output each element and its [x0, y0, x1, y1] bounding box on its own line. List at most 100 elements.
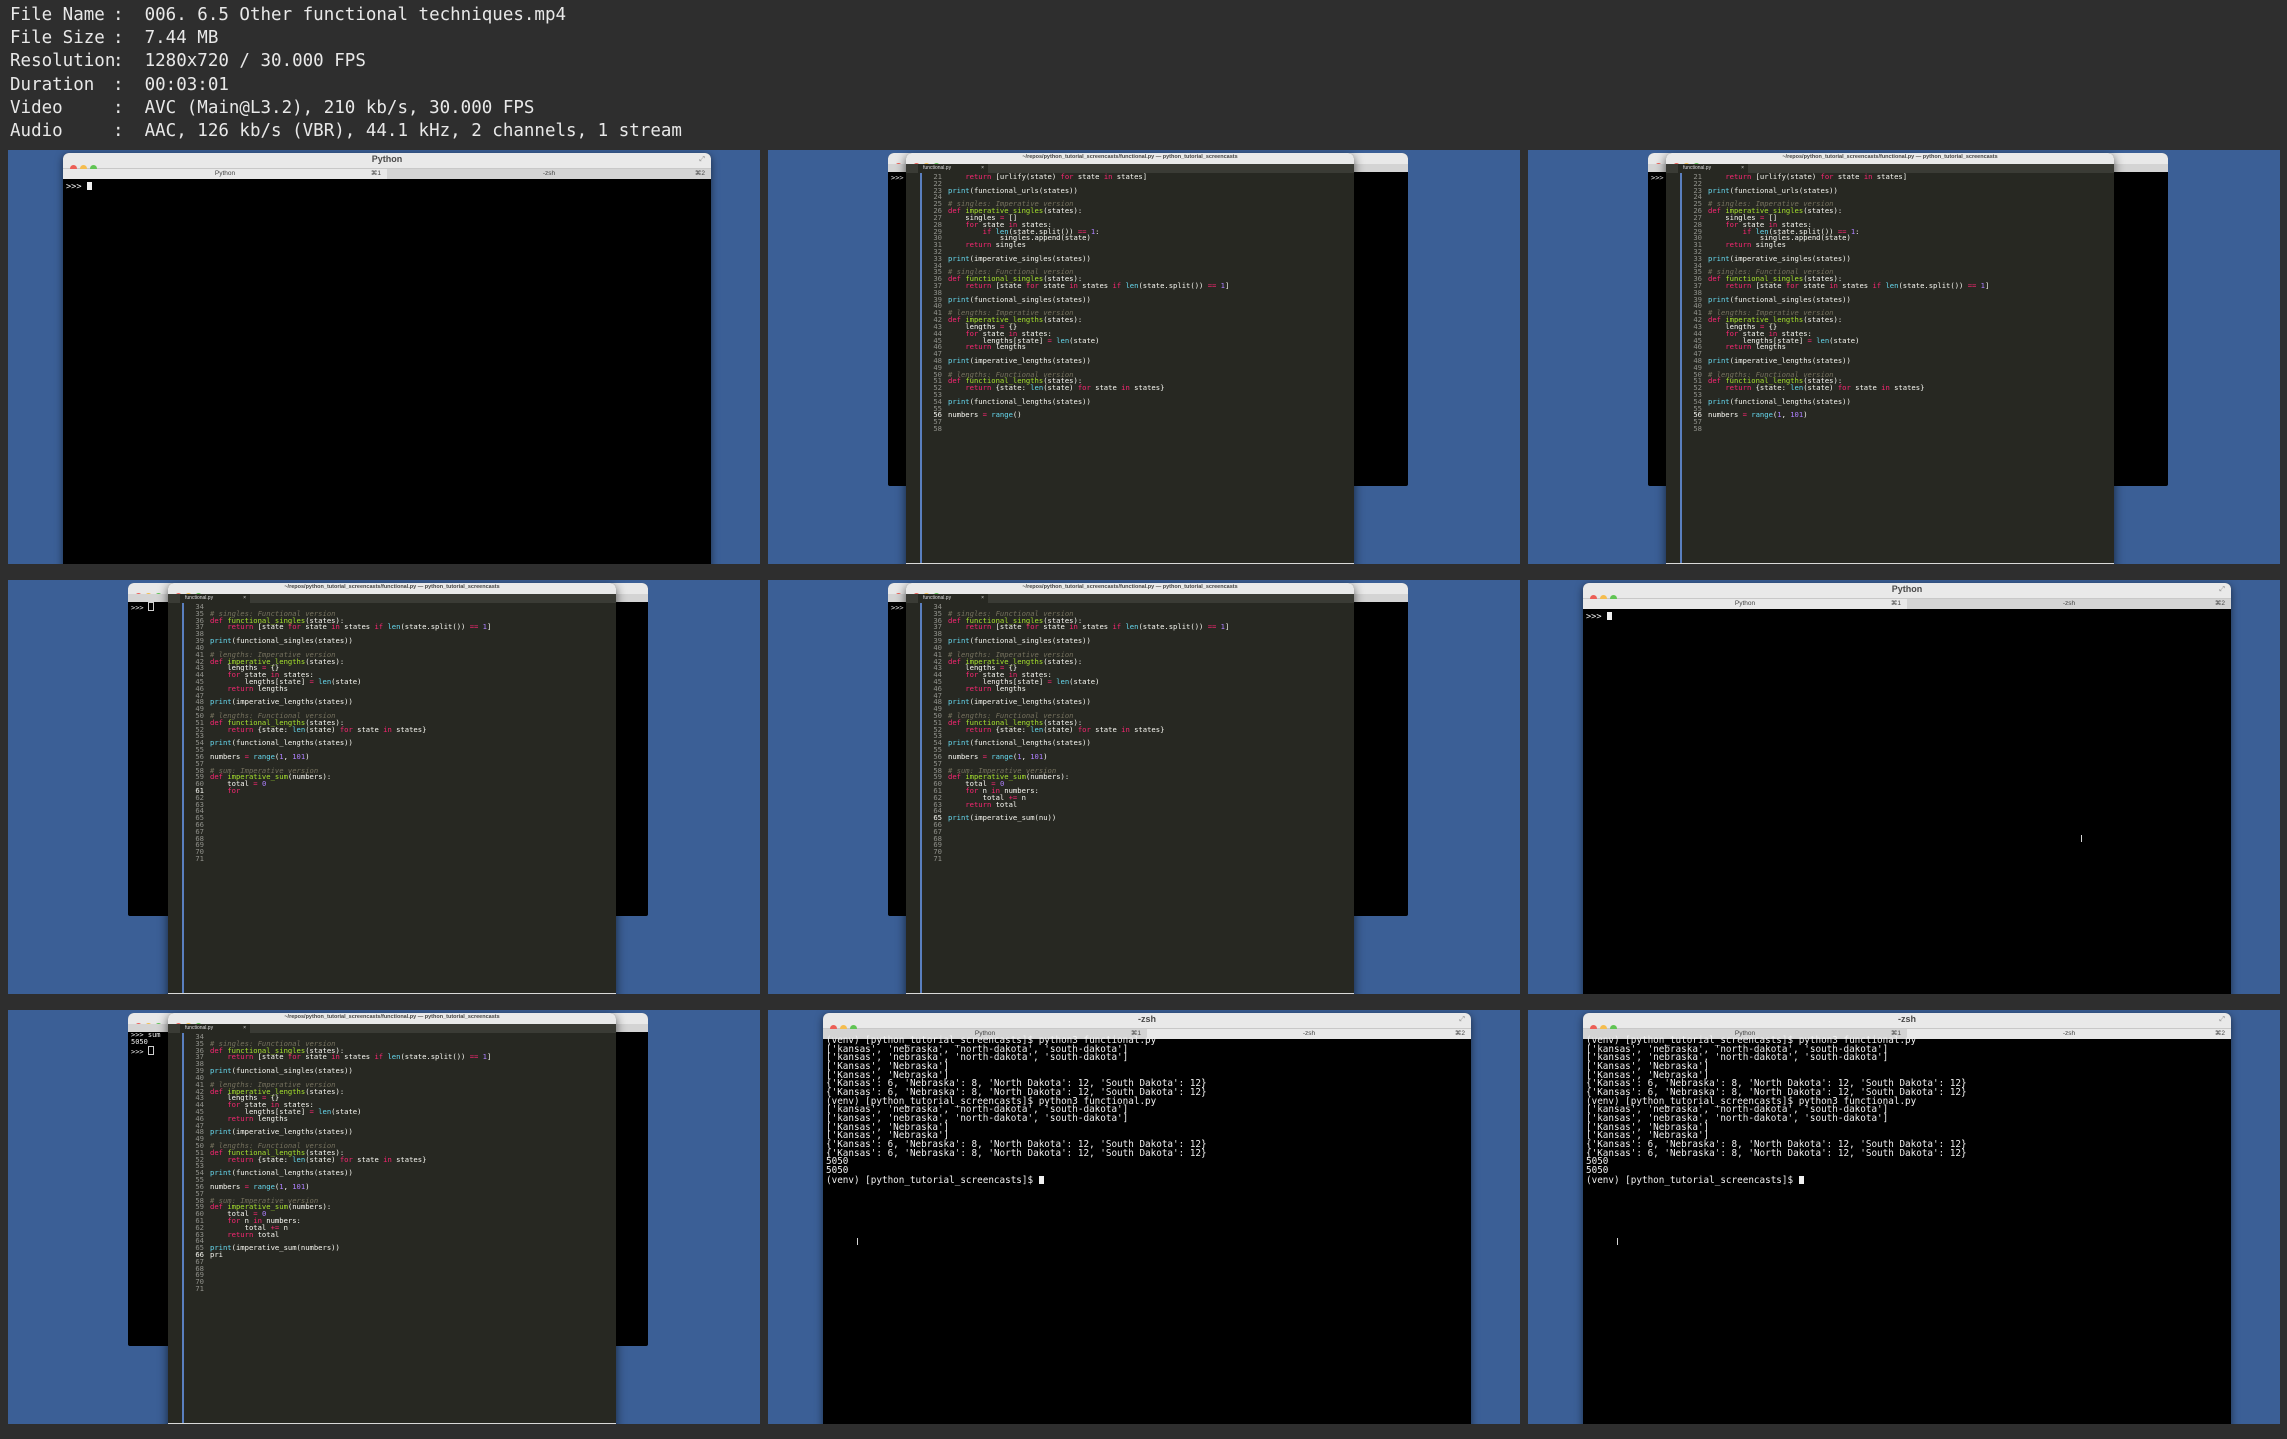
terminal-output[interactable]: (venv) [python_tutorial_screencasts]$ py…	[1586, 1036, 2228, 1424]
status-indentation[interactable]: Spaces: 4	[1286, 563, 1308, 564]
editor-title: ~/repos/python_tutorial_screencasts/func…	[1782, 154, 1998, 160]
code-area[interactable]: 34 35 # singles: Functional version 36 def…	[922, 603, 1354, 993]
file-info-key: Audio	[10, 121, 63, 142]
file-info-separator: :	[113, 5, 145, 25]
sublime-editor-window: ~/repos/python_tutorial_screencasts/func…	[168, 1013, 616, 1424]
close-icon[interactable]: ×	[981, 594, 984, 603]
terminal-cursor	[86, 182, 92, 190]
window-titlebar[interactable]: Python ⤢	[63, 153, 711, 172]
sublime-editor-window: ~/repos/python_tutorial_screencasts/func…	[1666, 153, 2114, 564]
status-syntax[interactable]: Python	[1324, 563, 1340, 564]
tab-label: Python	[1734, 600, 1756, 607]
window-title: -zsh	[1898, 1014, 1916, 1024]
tab-label: functional.py	[185, 1025, 214, 1031]
editor-titlebar[interactable]: ~/repos/python_tutorial_screencasts/func…	[168, 583, 616, 600]
tab-functional-py[interactable]: functional.py ×	[918, 594, 988, 603]
video-thumbnail[interactable]: -zsh ⤢ Python ⌘1 -zsh ⌘2 (venv) [python_tutori…	[768, 1010, 1520, 1424]
file-info-value: 1280x720 / 30.000 FPS	[144, 51, 366, 72]
code-area[interactable]: 21 return [urlify(state) for state in st…	[1682, 173, 2114, 563]
tab-zsh[interactable]: -zsh ⌘2	[1907, 599, 2231, 609]
editor-title: ~/repos/python_tutorial_screencasts/func…	[1022, 584, 1238, 590]
tab-python[interactable]: Python ⌘1	[63, 169, 387, 179]
tab-label: functional.py	[923, 595, 952, 601]
editor-titlebar[interactable]: ~/repos/python_tutorial_screencasts/func…	[906, 583, 1354, 600]
file-info-value: 006. 6.5 Other functional techniques.mp4	[144, 5, 567, 25]
terminal-window-zsh: -zsh ⤢ Python ⌘1 -zsh ⌘2 (venv) [python_tutori…	[1583, 1013, 2231, 1424]
status-position: Line 56, Column 17	[916, 563, 959, 564]
tab-zsh[interactable]: -zsh ⌘2	[387, 169, 711, 179]
fullscreen-icon[interactable]: ⤢	[2219, 585, 2225, 594]
file-info-separator: :	[113, 51, 145, 72]
window-titlebar[interactable]: Python ⤢	[1583, 583, 2231, 602]
status-syntax[interactable]: Python	[1324, 993, 1340, 994]
terminal-cursor	[147, 1046, 154, 1055]
terminal-text: >>>	[131, 604, 148, 612]
text-cursor-icon: I	[2080, 834, 2083, 845]
file-info-row: Duration: 00:03:01	[10, 74, 682, 97]
editor-titlebar[interactable]: ~/repos/python_tutorial_screencasts/func…	[906, 153, 1354, 170]
tab-label: Python	[214, 170, 236, 177]
video-thumbnail[interactable]: -zsh ⤢ Python ⌘1 -zsh ⌘2 (venv) [python_tutori…	[1528, 1010, 2280, 1424]
file-info-key: File Size	[10, 28, 105, 49]
status-indentation[interactable]: Spaces: 4	[2046, 563, 2068, 564]
status-indentation[interactable]: Spaces: 4	[548, 1423, 570, 1424]
status-syntax[interactable]: Python	[586, 1423, 602, 1424]
fullscreen-icon[interactable]: ⤢	[699, 155, 705, 164]
window-titlebar[interactable]: -zsh ⤢	[823, 1013, 1471, 1032]
fullscreen-icon[interactable]: ⤢	[2219, 1015, 2225, 1024]
tab-python[interactable]: Python ⌘1	[1583, 599, 1907, 609]
status-indentation[interactable]: Spaces: 4	[548, 993, 570, 994]
file-info-row: File Size: 7.44 MB	[10, 27, 682, 50]
window-title: Python	[1891, 584, 1923, 594]
terminal-window-python: Python ⤢ Python ⌘1 -zsh ⌘2 >>>	[1583, 583, 2231, 994]
video-thumbnail[interactable]: >>> ~/repos/python_tutorial_screencasts/…	[768, 150, 1520, 564]
terminal-cursor	[147, 602, 154, 611]
video-thumbnail[interactable]: >>> ~/repos/python_tutorial_screencasts/…	[1528, 150, 2280, 564]
code-area[interactable]: 21 return [urlify(state) for state in st…	[922, 173, 1354, 563]
close-icon[interactable]: ×	[243, 1024, 246, 1033]
terminal-output[interactable]: >>>	[131, 602, 154, 612]
tab-label: functional.py	[185, 595, 214, 601]
file-info-row: Resolution: 1280x720 / 30.000 FPS	[10, 50, 682, 73]
tab-functional-py[interactable]: functional.py ×	[180, 594, 250, 603]
editor-title: ~/repos/python_tutorial_screencasts/func…	[284, 1014, 500, 1020]
status-indentation[interactable]: Spaces: 4	[1286, 993, 1308, 994]
status-position: Line 61, Column 9	[178, 993, 219, 994]
terminal-cursor	[1798, 1175, 1804, 1184]
terminal-output[interactable]: >>>	[1586, 612, 2228, 994]
video-thumbnail[interactable]: Python ⤢ Python ⌘1 -zsh ⌘2 >>>	[8, 150, 760, 564]
tab-functional-py[interactable]: functional.py ×	[180, 1024, 250, 1033]
editor-tab-bar: functional.py ×	[168, 1024, 616, 1033]
video-thumbnail[interactable]: >>> ~/repos/python_tutorial_screencasts/…	[8, 580, 760, 994]
tab-label: functional.py	[923, 165, 952, 171]
window-title: Python	[371, 154, 403, 164]
file-info-separator: :	[113, 74, 145, 95]
file-info-key: Resolution	[10, 51, 116, 72]
tab-label: functional.py	[1683, 165, 1712, 171]
video-thumbnail[interactable]: >>> ~/repos/python_tutorial_screencasts/…	[768, 580, 1520, 994]
video-thumbnail[interactable]: >>> sum 5050 >>> ~/repos/python_tutorial…	[8, 1010, 760, 1424]
terminal-window-zsh: -zsh ⤢ Python ⌘1 -zsh ⌘2 (venv) [python_tutori…	[823, 1013, 1471, 1424]
terminal-output[interactable]: >>>	[66, 182, 708, 564]
file-info-key: File Name	[10, 5, 105, 25]
status-syntax[interactable]: Python	[586, 993, 602, 994]
terminal-cursor	[1606, 612, 1612, 620]
window-titlebar[interactable]: -zsh ⤢	[1583, 1013, 2231, 1032]
code-area[interactable]: 34 35 # singles: Functional version 36 def…	[184, 603, 616, 993]
terminal-output[interactable]: >>> sum 5050 >>>	[131, 1032, 161, 1056]
tab-shortcut: ⌘1	[1890, 600, 1901, 607]
status-position: Line 66, Column 4	[178, 1423, 219, 1424]
tab-label: -zsh	[2062, 600, 2076, 607]
status-syntax[interactable]: Python	[2084, 563, 2100, 564]
editor-titlebar[interactable]: ~/repos/python_tutorial_screencasts/func…	[1666, 153, 2114, 170]
code-area[interactable]: 34 35 # singles: Functional version 36 def…	[184, 1033, 616, 1423]
sublime-editor-window: ~/repos/python_tutorial_screencasts/func…	[168, 583, 616, 994]
close-icon[interactable]: ×	[243, 594, 246, 603]
file-info-value: AVC (Main@L3.2), 210 kb/s, 30.000 FPS	[144, 97, 535, 118]
fullscreen-icon[interactable]: ⤢	[1459, 1015, 1465, 1024]
video-thumbnail[interactable]: Python ⤢ Python ⌘1 -zsh ⌘2 >>> I	[1528, 580, 2280, 994]
tab-shortcut: ⌘2	[694, 170, 705, 177]
editor-status-bar: Line 61, Column 9 Spaces: 4 Python	[168, 993, 616, 994]
terminal-output[interactable]: (venv) [python_tutorial_screencasts]$ py…	[826, 1036, 1468, 1424]
editor-titlebar[interactable]: ~/repos/python_tutorial_screencasts/func…	[168, 1013, 616, 1030]
